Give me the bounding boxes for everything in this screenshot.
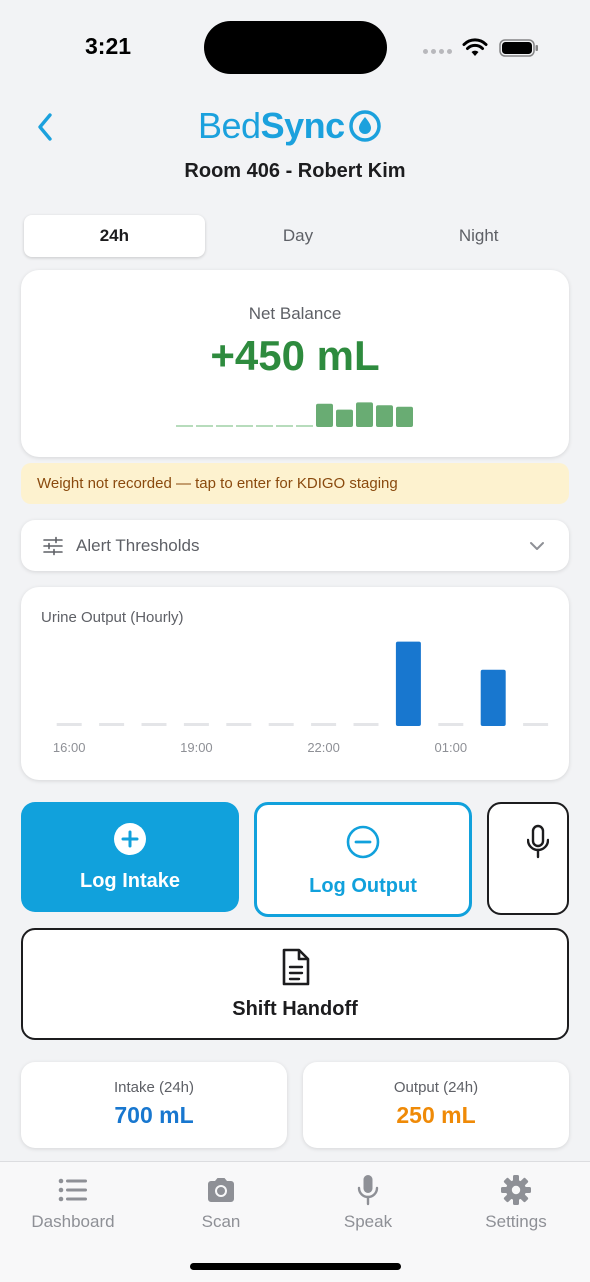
output-total-card: Output (24h) 250 mL: [303, 1062, 569, 1148]
intake-total-label: Intake (24h): [113, 1079, 195, 1096]
shift-handoff-button[interactable]: Shift Handoff: [21, 928, 569, 1040]
tab-scan-label: Scan: [201, 1212, 241, 1231]
net-balance-value: +450 mL: [210, 332, 380, 379]
tab-settings-label: Settings: [485, 1212, 547, 1231]
shift-handoff-label: Shift Handoff: [232, 998, 358, 1020]
bedsync-logo: Bed Sync: [198, 104, 382, 148]
chart-bar: [438, 723, 464, 726]
tab-scan[interactable]: Scan: [156, 1174, 286, 1234]
minus-circle-icon: [346, 825, 380, 859]
log-intake-label: Log Intake: [79, 870, 180, 892]
list-icon: [58, 1178, 87, 1202]
chart-bar: [183, 723, 209, 726]
net-balance-card: Net Balance +450 mL: [21, 270, 569, 457]
status-time: 3:21: [85, 33, 132, 59]
microphone-icon: [357, 1175, 379, 1206]
output-total-label: Output (24h): [393, 1079, 479, 1096]
chevron-left-icon: [38, 113, 52, 141]
chart-title: Urine Output (Hourly): [41, 609, 184, 626]
sparkline-bar: [236, 425, 253, 427]
segment-night[interactable]: Night: [388, 214, 569, 258]
period-segmented-control: 24h Day Night: [21, 214, 569, 258]
net-balance-label: Net Balance: [248, 304, 342, 323]
back-button[interactable]: [30, 110, 60, 144]
status-bar: 3:21: [0, 0, 590, 95]
x-tick-label: 19:00: [180, 740, 213, 755]
chart-bar: [311, 723, 337, 726]
sparkline-bar: [296, 425, 313, 427]
tab-speak-label: Speak: [343, 1212, 393, 1231]
gear-icon: [501, 1175, 531, 1205]
chart-bar: [226, 723, 252, 726]
intake-total-card: Intake (24h) 700 mL: [21, 1062, 287, 1148]
log-output-button[interactable]: Log Output: [254, 802, 472, 917]
net-balance-sparkline: [176, 402, 413, 427]
tab-dashboard[interactable]: Dashboard: [8, 1174, 138, 1234]
alert-thresholds-label: Alert Thresholds: [76, 536, 200, 555]
chart-bar: [99, 723, 125, 726]
chart-bar: [353, 723, 379, 726]
x-tick-label: 01:00: [435, 740, 468, 755]
segment-24h[interactable]: 24h: [24, 215, 205, 257]
chart-bar: [395, 641, 421, 726]
chart-bar: [141, 723, 167, 726]
sparkline-bar: [276, 425, 293, 427]
tab-speak[interactable]: Speak: [303, 1174, 433, 1234]
document-icon: [282, 948, 310, 986]
chevron-down-icon: [530, 542, 544, 550]
sparkline-bar: [376, 405, 393, 427]
weight-warning-banner[interactable]: Weight not recorded — tap to enter for K…: [21, 463, 569, 504]
cellular-signal-icon: [423, 49, 452, 54]
sparkline-bar: [336, 409, 353, 427]
sparkline-bar: [256, 425, 273, 427]
output-total-value: 250 mL: [396, 1102, 476, 1128]
voice-log-button[interactable]: [487, 802, 569, 915]
dynamic-island: [204, 21, 387, 74]
x-tick-label: 16:00: [53, 740, 86, 755]
water-drop-icon: [348, 110, 381, 142]
battery-icon: [499, 39, 538, 57]
log-output-label: Log Output: [309, 875, 417, 897]
chart-bar: [480, 669, 506, 726]
chart-bar: [523, 723, 549, 726]
camera-icon: [208, 1178, 234, 1202]
alert-thresholds-row[interactable]: Alert Thresholds: [21, 520, 569, 571]
wifi-icon: [462, 38, 488, 56]
urine-output-chart-card: 16:00 19:00 22:00 01:00 Urine Output (Hourl…: [21, 587, 569, 780]
microphone-icon: [527, 824, 549, 859]
segment-day[interactable]: Day: [208, 214, 389, 258]
sparkline-bar: [176, 425, 193, 427]
chart-bar: [56, 723, 82, 726]
log-intake-button[interactable]: Log Intake: [21, 802, 239, 912]
sparkline-bar: [316, 403, 333, 427]
sparkline-bar: [396, 406, 413, 427]
sparkline-bar: [216, 425, 233, 427]
tab-settings[interactable]: Settings: [451, 1174, 581, 1234]
room-title: Room 406 - Robert Kim: [184, 160, 406, 182]
sliders-icon: [43, 536, 63, 556]
home-indicator: [190, 1263, 401, 1270]
x-tick-label: 22:00: [307, 740, 340, 755]
intake-total-value: 700 mL: [114, 1102, 194, 1128]
sparkline-bar: [196, 425, 213, 427]
chart-bar: [268, 723, 294, 726]
tab-dashboard-label: Dashboard: [31, 1212, 115, 1231]
sparkline-bar: [356, 402, 373, 427]
plus-circle-icon: [114, 823, 146, 855]
